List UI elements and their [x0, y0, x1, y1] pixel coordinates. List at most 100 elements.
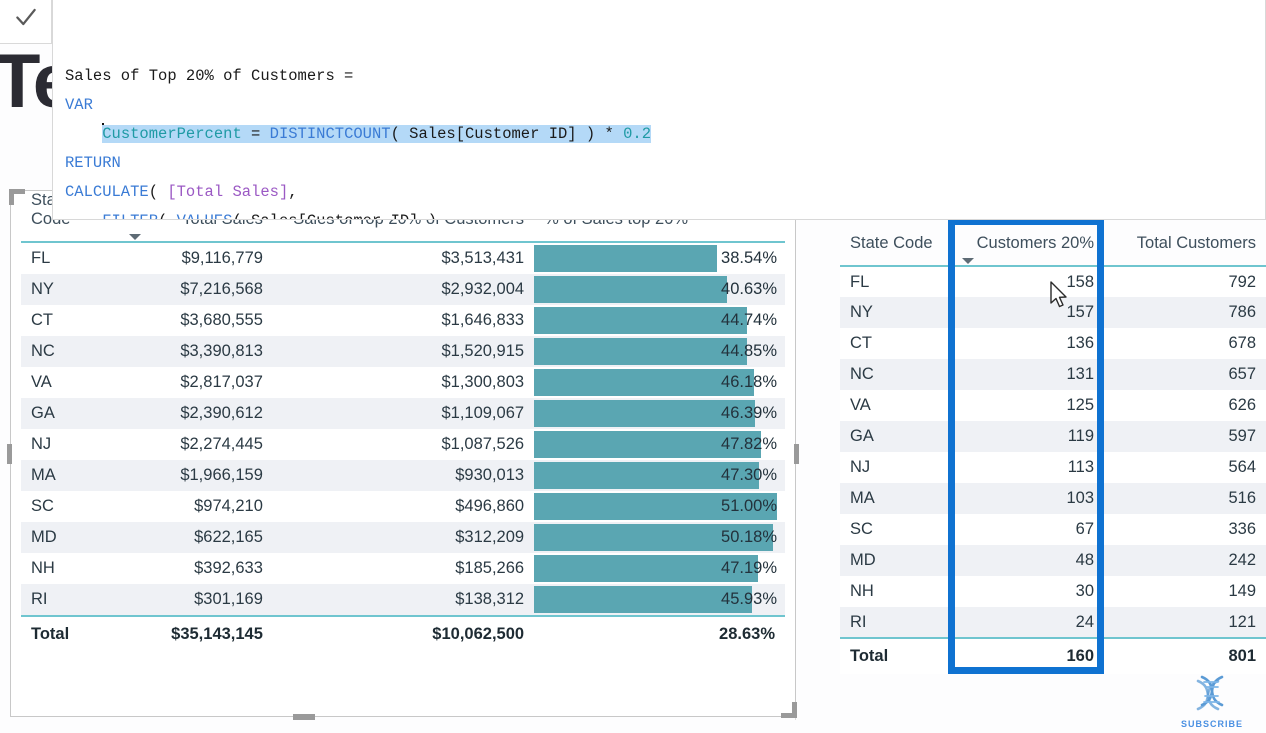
dax-line-5: FILTER( VALUES( Sales[Customer ID] ),	[65, 207, 1265, 219]
cell-state-code: NC	[21, 336, 120, 367]
table-row[interactable]: MA 103 516	[840, 483, 1266, 514]
cell-total-sales: $622,165	[119, 522, 273, 553]
table-row[interactable]: SC 67 336	[840, 514, 1266, 545]
cell-pct-sales-bar: 51.00%	[534, 491, 785, 522]
cell-total-customers: 597	[1104, 421, 1266, 452]
cell-total-customers: 242	[1104, 545, 1266, 576]
cell-pct-sales-bar: 38.54%	[534, 242, 785, 274]
cell-customers-20: 103	[952, 483, 1104, 514]
cell-state-code: SC	[840, 514, 952, 545]
total-total-customers: 801	[1104, 637, 1266, 674]
cell-state-code: NJ	[840, 452, 952, 483]
total-top20-sales: $10,062,500	[272, 615, 535, 652]
table-row[interactable]: GA $2,390,612 $1,109,067 46.39%	[21, 398, 785, 429]
cell-total-sales: $3,390,813	[119, 336, 273, 367]
cell-pct-sales-bar: 44.74%	[534, 305, 785, 336]
cell-pct-sales-bar: 50.18%	[534, 522, 785, 553]
cell-total-customers: 792	[1104, 266, 1266, 297]
table-row[interactable]: RI $301,169 $138,312 45.93%	[21, 584, 785, 616]
total-label: Total	[21, 615, 120, 652]
sales-table[interactable]: State Code Total Sales Sales of Top 20% …	[21, 191, 785, 652]
cell-state-code: NJ	[21, 429, 120, 460]
resize-handle-bottom[interactable]	[293, 714, 315, 720]
data-bar-label: 46.18%	[721, 373, 777, 391]
total-customers-20: 160	[952, 637, 1104, 674]
table-total-row: Total 160 801	[840, 637, 1266, 674]
dna-helix-icon	[1196, 675, 1224, 711]
column-header-customers-20[interactable]: Customers 20%	[952, 222, 1104, 267]
cell-customers-20: 67	[952, 514, 1104, 545]
cell-pct-sales-bar: 46.18%	[534, 367, 785, 398]
cell-top20-sales: $1,109,067	[272, 398, 535, 429]
table-row[interactable]: NJ 113 564	[840, 452, 1266, 483]
cell-total-sales: $1,966,159	[119, 460, 273, 491]
cell-state-code: SC	[21, 491, 120, 522]
table-row[interactable]: MD 48 242	[840, 545, 1266, 576]
cell-customers-20: 158	[952, 266, 1104, 297]
dax-formula-text[interactable]: Sales of Top 20% of Customers = VAR Custo…	[65, 62, 1265, 219]
table-row[interactable]: MD $622,165 $312,209 50.18%	[21, 522, 785, 553]
dax-line-3: RETURN	[65, 154, 121, 172]
cell-total-sales: $7,216,568	[119, 274, 273, 305]
cell-state-code: NY	[21, 274, 120, 305]
cell-total-customers: 149	[1104, 576, 1266, 607]
cell-state-code: NC	[840, 359, 952, 390]
cell-state-code: MA	[21, 460, 120, 491]
cell-top20-sales: $2,932,004	[272, 274, 535, 305]
data-bar	[534, 338, 748, 365]
cell-total-sales: $2,390,612	[119, 398, 273, 429]
data-bar-label: 51.00%	[721, 497, 777, 515]
cell-total-sales: $392,633	[119, 553, 273, 584]
cell-total-sales: $301,169	[119, 584, 273, 616]
sort-descending-icon	[962, 258, 974, 264]
table-row[interactable]: SC $974,210 $496,860 51.00%	[21, 491, 785, 522]
table-row[interactable]: VA 125 626	[840, 390, 1266, 421]
cell-state-code: GA	[21, 398, 120, 429]
table-row[interactable]: NH $392,633 $185,266 47.19%	[21, 553, 785, 584]
cell-state-code: VA	[840, 390, 952, 421]
cell-pct-sales-bar: 45.93%	[534, 584, 785, 616]
data-bar-label: 50.18%	[721, 528, 777, 546]
left-table-visual[interactable]: State Code Total Sales Sales of Top 20% …	[7, 189, 799, 720]
table-row[interactable]: NJ $2,274,445 $1,087,526 47.82%	[21, 429, 785, 460]
column-header-total-customers[interactable]: Total Customers	[1104, 222, 1266, 267]
cell-pct-sales-bar: 47.82%	[534, 429, 785, 460]
dax-formula-editor[interactable]: Sales of Top 20% of Customers = VAR Custo…	[52, 0, 1266, 220]
cell-top20-sales: $1,300,803	[272, 367, 535, 398]
table-row[interactable]: CT $3,680,555 $1,646,833 44.74%	[21, 305, 785, 336]
table-row[interactable]: NC 131 657	[840, 359, 1266, 390]
cell-customers-20: 157	[952, 297, 1104, 328]
mouse-cursor	[1050, 281, 1070, 316]
table-row[interactable]: CT 136 678	[840, 328, 1266, 359]
data-bar-label: 47.19%	[721, 559, 777, 577]
resize-handle-bottom-right[interactable]	[781, 702, 797, 718]
table-row[interactable]: GA 119 597	[840, 421, 1266, 452]
table-row[interactable]: FL $9,116,779 $3,513,431 38.54%	[21, 242, 785, 274]
cell-total-customers: 516	[1104, 483, 1266, 514]
total-label: Total	[840, 637, 952, 674]
cell-top20-sales: $1,520,915	[272, 336, 535, 367]
cell-state-code: CT	[21, 305, 120, 336]
data-bar-label: 38.54%	[721, 249, 777, 267]
table-row[interactable]: NH 30 149	[840, 576, 1266, 607]
cell-state-code: GA	[840, 421, 952, 452]
cell-total-customers: 121	[1104, 607, 1266, 638]
cell-state-code: RI	[840, 607, 952, 638]
cell-customers-20: 30	[952, 576, 1104, 607]
cell-total-customers: 336	[1104, 514, 1266, 545]
total-pct: 28.63%	[534, 615, 785, 652]
table-row[interactable]: NY $7,216,568 $2,932,004 40.63%	[21, 274, 785, 305]
cell-top20-sales: $1,646,833	[272, 305, 535, 336]
column-header-state-code[interactable]: State Code	[840, 222, 952, 267]
cell-total-customers: 657	[1104, 359, 1266, 390]
cell-customers-20: 48	[952, 545, 1104, 576]
table-row[interactable]: NC $3,390,813 $1,520,915 44.85%	[21, 336, 785, 367]
cell-state-code: MA	[840, 483, 952, 514]
table-row[interactable]: RI 24 121	[840, 607, 1266, 638]
dax-line-2: CustomerPercent = DISTINCTCOUNT( Sales[C…	[102, 123, 652, 143]
formula-commit-button[interactable]	[0, 0, 52, 44]
table-row[interactable]: VA $2,817,037 $1,300,803 46.18%	[21, 367, 785, 398]
table-row[interactable]: MA $1,966,159 $930,013 47.30%	[21, 460, 785, 491]
data-bar-label: 47.30%	[721, 466, 777, 484]
cell-total-customers: 564	[1104, 452, 1266, 483]
